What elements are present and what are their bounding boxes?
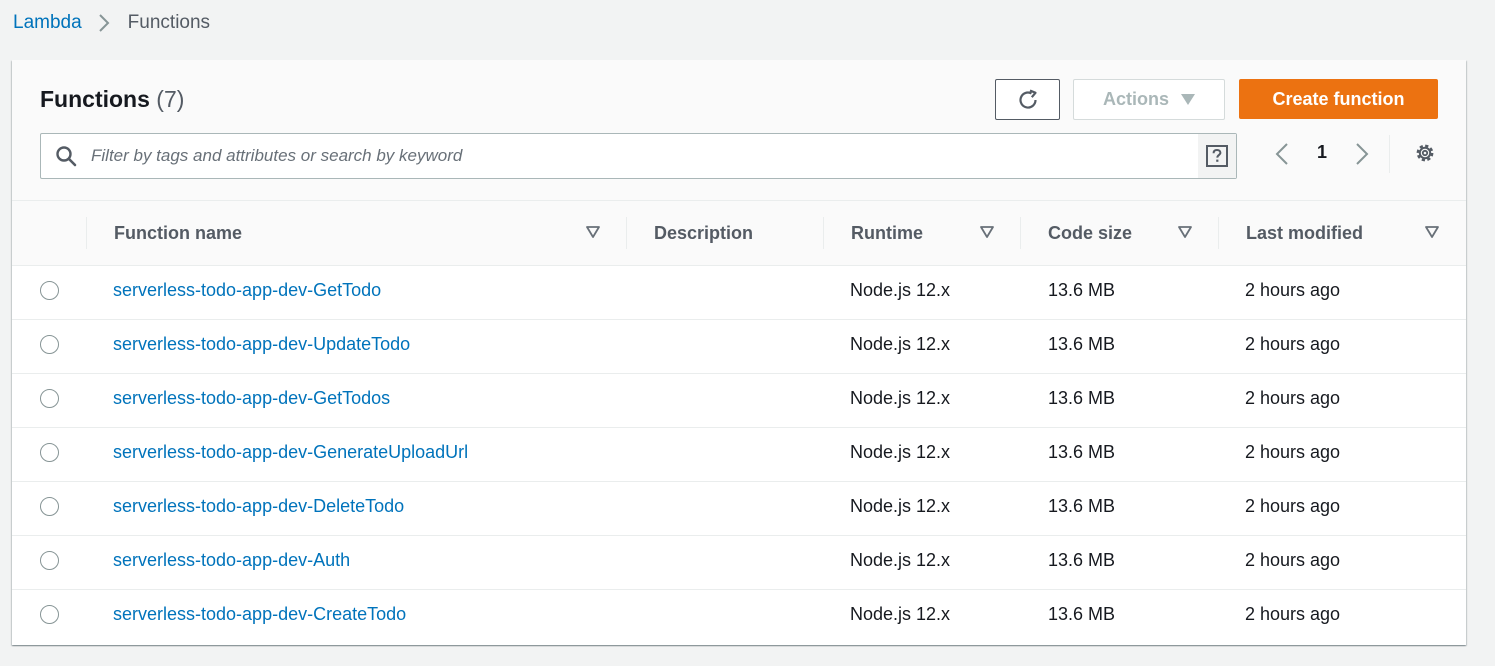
chevron-left-icon	[1275, 143, 1288, 165]
functions-panel: Functions (7) Actions Create function Fi…	[12, 60, 1466, 645]
function-name-link[interactable]: serverless-todo-app-dev-UpdateTodo	[113, 334, 410, 355]
row-select-radio[interactable]	[40, 389, 59, 408]
table-header: Function name Description Runtime Code s…	[12, 201, 1466, 266]
runtime-cell: Node.js 12.x	[850, 496, 951, 516]
table-row: serverless-todo-app-dev-GetTodo Node.js …	[12, 266, 1466, 320]
chevron-right-icon	[1356, 143, 1369, 165]
actions-label: Actions	[1102, 89, 1169, 109]
function-name-link[interactable]: serverless-todo-app-dev-CreateTodo	[113, 604, 406, 625]
runtime-cell: Node.js 12.x	[850, 334, 951, 354]
code-size-cell: 13.6 MB	[1048, 442, 1116, 462]
function-name-link[interactable]: serverless-todo-app-dev-GetTodo	[113, 280, 381, 301]
sort-caret-icon[interactable]	[1178, 225, 1192, 239]
column-header-description: Description	[654, 222, 754, 243]
last-modified-cell: 2 hours ago	[1245, 550, 1341, 570]
column-divider	[86, 217, 87, 249]
page-number-1[interactable]: 1	[1312, 142, 1332, 163]
code-size-cell: 13.6 MB	[1048, 496, 1116, 516]
last-modified-cell: 2 hours ago	[1245, 442, 1341, 462]
actions-button[interactable]: Actions	[1073, 79, 1225, 120]
breadcrumb-current: Functions	[127, 12, 211, 33]
search-icon	[41, 145, 91, 167]
runtime-cell: Node.js 12.x	[850, 388, 951, 408]
last-modified-cell: 2 hours ago	[1245, 496, 1341, 516]
row-select-radio[interactable]	[40, 443, 59, 462]
code-size-cell: 13.6 MB	[1048, 388, 1116, 408]
help-icon[interactable]	[1198, 134, 1236, 178]
runtime-cell: Node.js 12.x	[850, 280, 951, 300]
table-row: serverless-todo-app-dev-Auth Node.js 12.…	[12, 536, 1466, 590]
search-box	[40, 133, 1237, 179]
breadcrumb-lambda-link[interactable]: Lambda	[13, 12, 82, 34]
row-select-radio[interactable]	[40, 281, 59, 300]
column-divider	[626, 217, 627, 249]
function-name-link[interactable]: serverless-todo-app-dev-DeleteTodo	[113, 496, 404, 517]
code-size-cell: 13.6 MB	[1048, 550, 1116, 570]
pagination-divider	[1389, 135, 1390, 173]
page-title: Functions (7)	[40, 86, 184, 113]
preferences-button[interactable]	[1412, 140, 1438, 166]
create-function-button[interactable]: Create function	[1239, 79, 1438, 119]
refresh-icon	[1018, 88, 1037, 109]
column-header-code-size[interactable]: Code size	[1048, 217, 1132, 249]
chevron-right-icon	[98, 13, 110, 33]
column-divider	[1218, 217, 1219, 249]
runtime-cell: Node.js 12.x	[850, 442, 951, 462]
row-select-radio[interactable]	[40, 335, 59, 354]
column-divider	[1020, 217, 1021, 249]
panel-header: Functions (7) Actions Create function Fi…	[12, 60, 1466, 201]
code-size-cell: 13.6 MB	[1048, 604, 1116, 624]
sort-caret-icon[interactable]	[980, 225, 994, 239]
caret-down-icon	[1181, 93, 1195, 105]
table-row: serverless-todo-app-dev-DeleteTodo Node.…	[12, 482, 1466, 536]
function-count: (7)	[156, 86, 185, 112]
function-name-link[interactable]: serverless-todo-app-dev-Auth	[113, 550, 350, 571]
row-select-radio[interactable]	[40, 605, 59, 624]
sort-caret-icon[interactable]	[586, 225, 600, 239]
sort-caret-icon[interactable]	[1425, 225, 1439, 239]
refresh-button[interactable]	[995, 79, 1060, 120]
table-row: serverless-todo-app-dev-GetTodos Node.js…	[12, 374, 1466, 428]
gear-icon	[1416, 144, 1434, 162]
function-name-link[interactable]: serverless-todo-app-dev-GetTodos	[113, 388, 390, 409]
last-modified-cell: 2 hours ago	[1245, 280, 1341, 300]
last-modified-cell: 2 hours ago	[1245, 388, 1341, 408]
column-header-runtime[interactable]: Runtime	[851, 217, 923, 249]
runtime-cell: Node.js 12.x	[850, 550, 951, 570]
previous-page-button[interactable]	[1271, 140, 1293, 168]
row-select-radio[interactable]	[40, 497, 59, 516]
runtime-cell: Node.js 12.x	[850, 604, 951, 624]
last-modified-cell: 2 hours ago	[1245, 604, 1341, 624]
code-size-cell: 13.6 MB	[1048, 280, 1116, 300]
table-row: serverless-todo-app-dev-GenerateUploadUr…	[12, 428, 1466, 482]
function-name-link[interactable]: serverless-todo-app-dev-GenerateUploadUr…	[113, 442, 468, 463]
column-header-last-modified[interactable]: Last modified	[1246, 217, 1363, 249]
column-header-function-name[interactable]: Function name	[114, 217, 242, 249]
last-modified-cell: 2 hours ago	[1245, 334, 1341, 354]
panel-title: Functions	[40, 86, 150, 112]
functions-table-body: serverless-todo-app-dev-GetTodo Node.js …	[12, 266, 1466, 644]
next-page-button[interactable]	[1351, 140, 1373, 168]
breadcrumb: Lambda Functions	[13, 12, 210, 34]
code-size-cell: 13.6 MB	[1048, 334, 1116, 354]
row-select-radio[interactable]	[40, 551, 59, 570]
table-row: serverless-todo-app-dev-UpdateTodo Node.…	[12, 320, 1466, 374]
column-divider	[823, 217, 824, 249]
search-input[interactable]	[91, 134, 1198, 178]
table-row: serverless-todo-app-dev-CreateTodo Node.…	[12, 590, 1466, 644]
